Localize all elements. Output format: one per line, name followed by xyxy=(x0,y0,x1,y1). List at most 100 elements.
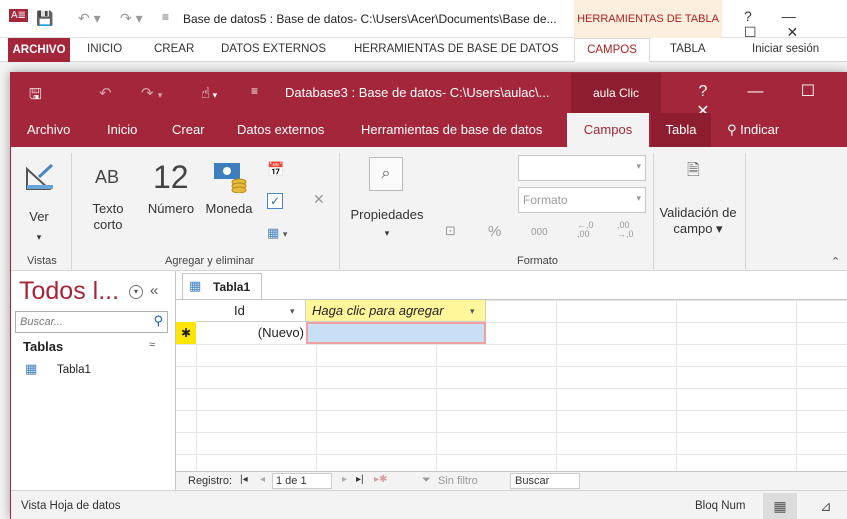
record-position-input[interactable]: 1 de 1 xyxy=(272,473,332,489)
group-separator xyxy=(339,153,340,269)
currency-format-icon[interactable]: ⊡ xyxy=(445,223,456,239)
nav-menu-dropdown-icon[interactable]: ▾ xyxy=(129,285,143,299)
touch-mode-icon[interactable]: ☝ ▾ xyxy=(201,84,217,102)
properties-label: Propiedades xyxy=(350,207,424,222)
search-input[interactable] xyxy=(16,312,142,332)
redo-icon[interactable]: ↷ ▾ xyxy=(141,84,162,102)
save-icon[interactable]: 🖫 xyxy=(29,84,42,109)
previous-record-icon[interactable]: ◂ xyxy=(260,474,265,485)
tab-datos-externos[interactable]: Datos externos xyxy=(227,113,334,147)
background-minimize-icon[interactable]: — xyxy=(782,8,796,24)
currency-button[interactable]: Moneda xyxy=(201,159,257,229)
short-text-button[interactable]: AB Texto corto xyxy=(83,159,133,249)
customize-qat-icon[interactable]: ≡ xyxy=(162,10,169,24)
title-bar: 🖫 ↶ ↷ ▾ ☝ ▾ ≡ Database3 : Base de datos-… xyxy=(11,73,847,120)
tab-crear[interactable]: Crear xyxy=(162,113,215,147)
collapse-section-icon[interactable]: ≈ xyxy=(149,339,155,351)
document-tab-tabla1[interactable]: ▦ Tabla1 xyxy=(182,273,262,299)
nav-pane-title[interactable]: Todos l... xyxy=(19,277,119,306)
view-button[interactable]: Ver ▾ xyxy=(13,153,65,253)
save-icon[interactable]: 💾 xyxy=(36,10,53,27)
background-tab-archivo[interactable]: ARCHIVO xyxy=(8,38,70,62)
new-record-nav-icon[interactable]: ▸✱ xyxy=(374,474,387,485)
next-record-icon[interactable]: ▸ xyxy=(342,474,347,485)
delete-field-icon[interactable]: ✕ xyxy=(313,191,325,208)
filter-icon: ⏷ xyxy=(422,474,431,486)
tab-herramientas-bd[interactable]: Herramientas de base de datos xyxy=(351,113,552,147)
help-button[interactable]: ? xyxy=(679,83,727,101)
format-combo[interactable]: Formato ▾ xyxy=(518,187,646,213)
datasheet-view-icon[interactable]: ▦ xyxy=(763,493,797,519)
number-button[interactable]: 12 Número xyxy=(143,159,199,229)
design-view-icon xyxy=(26,163,54,190)
status-view-label: Vista Hoja de datos xyxy=(21,500,121,512)
decrease-decimals-button[interactable]: ,00 →,0 xyxy=(617,221,634,239)
column-header-add-field[interactable]: Haga clic para agregar ▾ xyxy=(306,300,486,322)
nav-section-tables[interactable]: Tablas xyxy=(23,339,63,354)
datasheet-view: ▦ Tabla1 Id ▾ Haga clic para agregar ▾ ✱… xyxy=(176,271,847,490)
tell-me-box[interactable]: ⚲ Indicar xyxy=(717,113,789,147)
collapse-ribbon-icon[interactable]: ⌃ xyxy=(831,255,840,268)
percent-format-button[interactable]: % xyxy=(488,223,501,240)
more-fields-icon[interactable]: ▦ ▾ xyxy=(267,225,287,241)
background-help-button[interactable]: ? xyxy=(744,8,752,24)
lightbulb-icon: ⚲ xyxy=(727,122,737,137)
last-record-icon[interactable]: ▸| xyxy=(356,474,364,485)
search-icon[interactable]: ⚲ xyxy=(153,313,163,329)
select-all-corner[interactable] xyxy=(176,300,196,322)
increase-decimals-button[interactable]: ←,0 ,00 xyxy=(577,221,594,239)
add-field-label: Haga clic para agregar xyxy=(312,303,444,318)
date-time-icon[interactable]: 📅 xyxy=(267,161,284,178)
background-tab-inicio[interactable]: INICIO xyxy=(87,43,122,55)
view-label: Ver xyxy=(29,209,49,224)
customize-qat-icon[interactable]: ≡ xyxy=(251,84,258,98)
data-type-combo[interactable]: ▾ xyxy=(518,155,646,181)
properties-button[interactable]: ⌕ Propiedades ▾ xyxy=(347,153,427,243)
properties-dropdown-icon: ▾ xyxy=(384,228,390,238)
design-view-icon[interactable]: ⊿ xyxy=(811,493,841,519)
chevron-down-icon[interactable]: ▾ xyxy=(290,300,295,322)
navigation-pane: Todos l... ▾ « ⚲ Tablas ≈ ▦ Tabla1 xyxy=(11,271,176,490)
maximize-icon[interactable]: ☐ xyxy=(784,81,832,101)
format-combo-value: Formato xyxy=(523,193,568,207)
background-tab-herramientas[interactable]: HERRAMIENTAS DE BASE DE DATOS xyxy=(354,43,558,55)
redo-icon[interactable]: ↷ ▾ xyxy=(120,10,143,27)
minimize-icon[interactable]: — xyxy=(731,83,779,101)
background-ribbon-tabs: INICIO CREAR DATOS EXTERNOS HERRAMIENTAS… xyxy=(0,38,847,62)
background-tab-tabla[interactable]: TABLA xyxy=(670,43,706,55)
chevron-down-icon: ▾ xyxy=(636,193,641,203)
tab-tabla[interactable]: Tabla xyxy=(651,113,711,147)
background-tab-crear[interactable]: CREAR xyxy=(154,43,194,55)
record-search-input[interactable]: Buscar xyxy=(510,473,580,489)
view-dropdown-icon: ▾ xyxy=(36,232,42,242)
status-numlock: Bloq Num xyxy=(695,500,746,512)
chevron-down-icon[interactable]: ▾ xyxy=(470,300,475,322)
new-record-id-cell[interactable]: (Nuevo) xyxy=(196,322,306,344)
tab-archivo[interactable]: Archivo xyxy=(17,113,80,147)
account-name[interactable]: aula Clic xyxy=(571,73,661,113)
thousands-format-button[interactable]: 000 xyxy=(531,227,548,238)
yes-no-checkbox-icon[interactable]: ✓ xyxy=(267,193,283,209)
background-tab-datos-externos[interactable]: DATOS EXTERNOS xyxy=(221,43,326,55)
nav-item-tabla1[interactable]: ▦ Tabla1 xyxy=(25,361,165,381)
table-icon: ▦ xyxy=(189,278,202,293)
column-header-id[interactable]: Id ▾ xyxy=(196,300,306,322)
collapse-pane-icon[interactable]: « xyxy=(150,282,158,299)
currency-icon xyxy=(214,163,247,193)
undo-icon[interactable]: ↶ xyxy=(99,84,112,102)
datasheet-grid[interactable]: Id ▾ Haga clic para agregar ▾ ✱ (Nuevo) xyxy=(176,299,847,471)
filter-status[interactable]: Sin filtro xyxy=(438,475,478,487)
background-tab-campos[interactable]: CAMPOS xyxy=(574,38,650,62)
group-separator xyxy=(71,153,72,269)
first-record-icon[interactable]: |◂ xyxy=(240,474,248,485)
tab-inicio[interactable]: Inicio xyxy=(97,113,147,147)
background-sign-in[interactable]: Iniciar sesión xyxy=(752,43,819,55)
new-record-field-cell[interactable] xyxy=(306,322,486,344)
tab-campos[interactable]: Campos xyxy=(567,113,649,147)
document-tab-label: Tabla1 xyxy=(213,280,251,294)
group-label-formato: Formato xyxy=(517,255,558,267)
field-validation-button[interactable]: 🗎 Validación de campo ▾ xyxy=(655,157,741,247)
new-record-marker[interactable]: ✱ xyxy=(176,322,196,344)
validation-label-1: Validación de xyxy=(659,205,737,220)
undo-icon[interactable]: ↶ ▾ xyxy=(78,10,101,27)
